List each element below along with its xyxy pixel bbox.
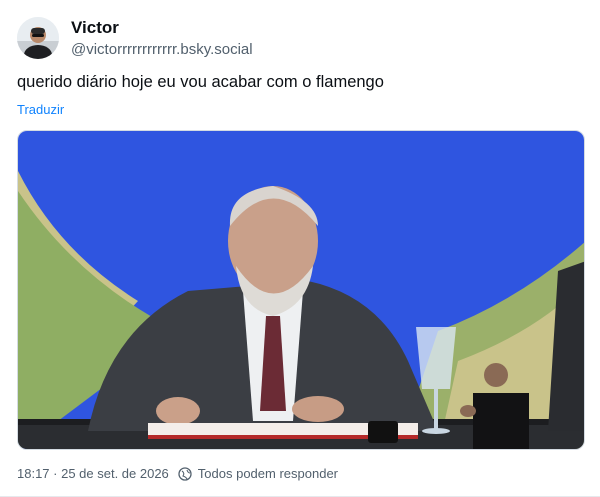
post-card[interactable]: Victor @victorrrrrrrrrrrr.bsky.social qu… — [0, 0, 600, 497]
post-image-illustration — [18, 131, 584, 449]
reply-setting[interactable]: Todos podem responder — [198, 466, 338, 481]
avatar[interactable] — [17, 17, 59, 59]
post-image[interactable] — [17, 130, 585, 450]
post-text: querido diário hoje eu vou acabar com o … — [17, 73, 384, 91]
globe-icon — [178, 466, 192, 481]
author-display-name[interactable]: Victor — [71, 18, 119, 38]
post-meta: 18:17 · 25 de set. de 2026 Todos podem r… — [17, 466, 338, 481]
author-handle[interactable]: @victorrrrrrrrrrrr.bsky.social — [71, 41, 253, 58]
post-timestamp[interactable]: 18:17 · 25 de set. de 2026 — [17, 466, 169, 481]
translate-link[interactable]: Traduzir — [17, 102, 64, 117]
